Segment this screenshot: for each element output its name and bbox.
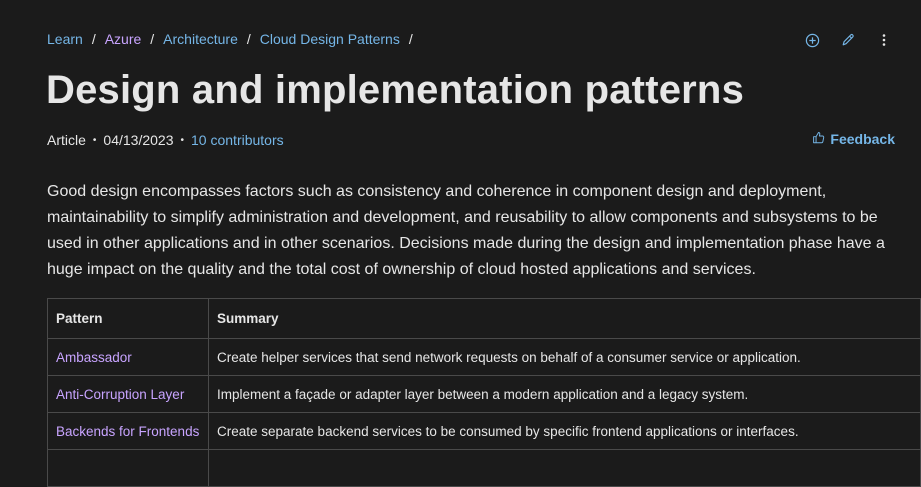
edit-pencil-icon[interactable] [837, 30, 859, 50]
pattern-cell: Ambassador [47, 338, 209, 376]
thumbs-up-icon [812, 131, 825, 147]
pattern-cell [47, 449, 209, 487]
breadcrumb-cloud-design-patterns[interactable]: Cloud Design Patterns [260, 31, 400, 47]
breadcrumb-architecture[interactable]: Architecture [163, 31, 238, 47]
table-row [47, 449, 921, 487]
breadcrumb-separator: / [91, 31, 96, 47]
summary-cell: Create helper services that send network… [208, 338, 921, 376]
more-vertical-icon[interactable] [873, 30, 895, 50]
patterns-table: Pattern Summary Ambassador Create helper… [47, 298, 921, 487]
meta-separator: • [92, 134, 97, 146]
breadcrumb-separator: / [408, 31, 413, 47]
pattern-link-anti-corruption-layer[interactable]: Anti-Corruption Layer [56, 387, 184, 402]
feedback-button[interactable]: Feedback [812, 131, 895, 147]
pattern-cell: Backends for Frontends [47, 412, 209, 450]
article-type: Article [47, 132, 86, 148]
page-title: Design and implementation patterns [46, 68, 745, 112]
meta-separator: • [180, 134, 185, 146]
table-row: Backends for Frontends Create separate b… [47, 412, 921, 450]
feedback-label: Feedback [830, 131, 895, 147]
contributors-link[interactable]: 10 contributors [191, 132, 284, 148]
summary-cell: Implement a façade or adapter layer betw… [208, 375, 921, 413]
summary-cell: Create separate backend services to be c… [208, 412, 921, 450]
table-row: Anti-Corruption Layer Implement a façade… [47, 375, 921, 413]
breadcrumb-separator: / [150, 31, 155, 47]
intro-paragraph: Good design encompasses factors such as … [47, 183, 885, 278]
pattern-link-ambassador[interactable]: Ambassador [56, 350, 132, 365]
breadcrumb-azure[interactable]: Azure [105, 31, 142, 47]
breadcrumb-separator: / [246, 31, 251, 47]
add-circle-icon[interactable] [801, 30, 823, 50]
pattern-link-backends-for-frontends[interactable]: Backends for Frontends [56, 424, 199, 439]
column-header-summary: Summary [208, 298, 921, 339]
article-meta: Article • 04/13/2023 • 10 contributors [47, 132, 284, 148]
table-header-row: Pattern Summary [47, 298, 921, 339]
breadcrumb: Learn / Azure / Architecture / Cloud Des… [47, 31, 422, 47]
page-actions [801, 30, 895, 50]
table-row: Ambassador Create helper services that s… [47, 338, 921, 376]
column-header-pattern: Pattern [47, 298, 209, 339]
article-date: 04/13/2023 [103, 132, 174, 148]
pattern-cell: Anti-Corruption Layer [47, 375, 209, 413]
breadcrumb-learn[interactable]: Learn [47, 31, 83, 47]
summary-cell [208, 449, 921, 487]
